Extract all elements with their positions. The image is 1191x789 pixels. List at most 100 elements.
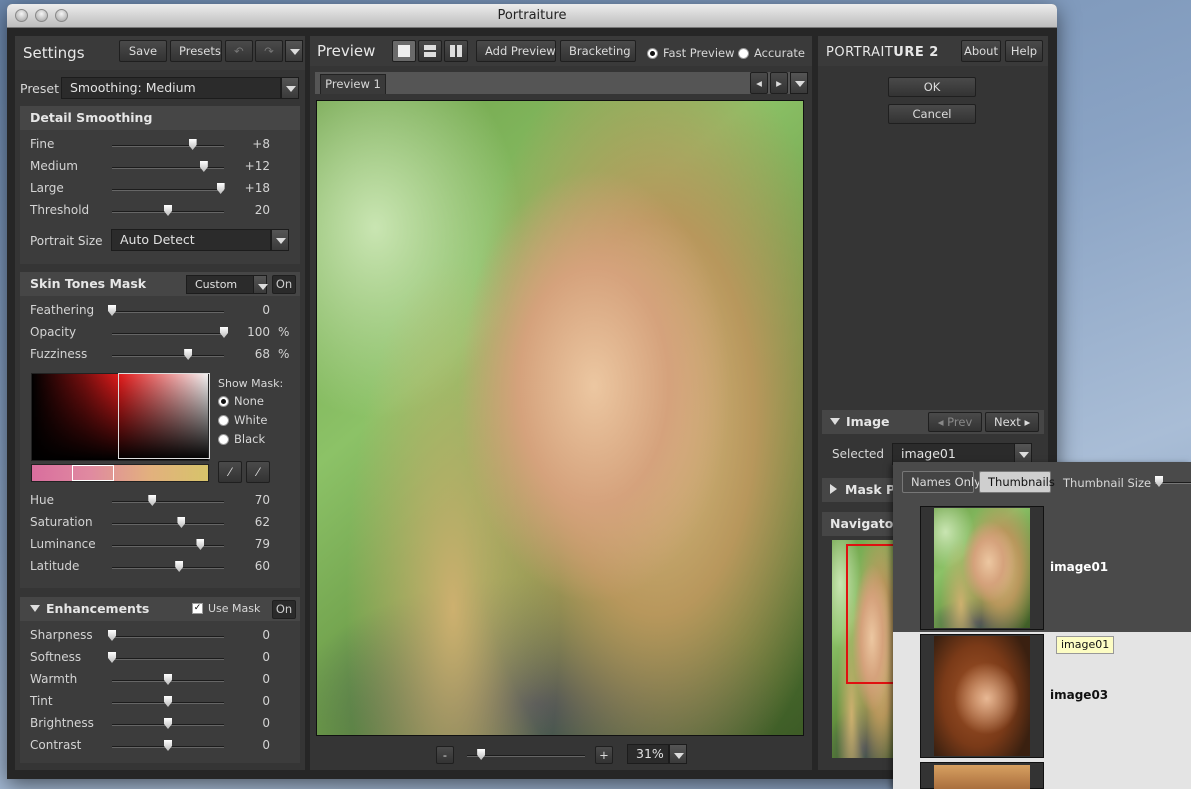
slider-knob[interactable] bbox=[177, 517, 186, 528]
slider-label: Saturation bbox=[30, 515, 93, 529]
portrait-size-dropdown-arrow[interactable] bbox=[271, 229, 289, 251]
slider-label: Tint bbox=[30, 694, 53, 708]
eyedropper-icon: ⁄ bbox=[229, 465, 231, 479]
ok-button[interactable]: OK bbox=[888, 77, 976, 97]
slider-knob[interactable] bbox=[175, 561, 184, 572]
undo-button[interactable]: ↶ bbox=[225, 40, 253, 62]
slider-knob[interactable] bbox=[108, 630, 116, 641]
thumbnails-button[interactable]: Thumbnails bbox=[979, 471, 1055, 493]
close-window-button[interactable] bbox=[15, 9, 28, 22]
tab-preview-1[interactable]: Preview 1 bbox=[320, 74, 386, 94]
settings-menu-button[interactable] bbox=[285, 40, 303, 62]
accurate-label: Accurate bbox=[754, 46, 805, 60]
slider-unit: % bbox=[278, 325, 290, 339]
slider-track[interactable] bbox=[112, 145, 224, 147]
settings-title: Settings bbox=[23, 44, 85, 62]
add-preview-button[interactable]: Add Preview bbox=[476, 40, 556, 62]
slider-knob[interactable] bbox=[164, 205, 172, 216]
skin-mode-dropdown-arrow[interactable] bbox=[253, 275, 268, 294]
preset-dropdown-arrow[interactable] bbox=[281, 77, 299, 99]
slider-knob[interactable] bbox=[184, 349, 193, 360]
slider-track[interactable] bbox=[112, 189, 224, 191]
zoom-level-select[interactable]: 31% bbox=[627, 744, 669, 764]
thumbnail-item-image01[interactable]: image01 bbox=[893, 504, 1191, 632]
skin-color-selection[interactable] bbox=[118, 373, 210, 459]
skin-mask-on-toggle[interactable]: On bbox=[272, 275, 296, 294]
mask-option-black-radio[interactable] bbox=[218, 434, 229, 445]
mask-option-white-radio[interactable] bbox=[218, 415, 229, 426]
slider-knob[interactable] bbox=[199, 161, 208, 172]
slider-track[interactable] bbox=[112, 636, 224, 638]
mask-option-none-radio[interactable] bbox=[218, 396, 229, 407]
image-section-header[interactable]: Image bbox=[830, 414, 890, 429]
preview-image[interactable] bbox=[316, 100, 804, 736]
slider-knob[interactable] bbox=[196, 539, 205, 550]
slider-track[interactable] bbox=[112, 333, 224, 335]
zoom-level-dropdown-arrow[interactable] bbox=[669, 744, 687, 764]
slider-track[interactable] bbox=[112, 545, 224, 547]
zoom-slider-knob[interactable] bbox=[477, 749, 486, 760]
slider-value: 20 bbox=[254, 203, 270, 217]
slider-label: Softness bbox=[30, 650, 82, 664]
slider-track[interactable] bbox=[112, 523, 224, 525]
slider-track[interactable] bbox=[112, 567, 224, 569]
single-view-button[interactable] bbox=[392, 40, 416, 62]
skin-tones-mask-section: Skin Tones Mask Custom On Feathering 0 Opa… bbox=[20, 272, 300, 588]
bracketing-button[interactable]: Bracketing bbox=[560, 40, 636, 62]
slider-knob[interactable] bbox=[164, 718, 172, 729]
mask-preview-section-header[interactable]: Mask Pr bbox=[830, 482, 901, 497]
minimize-window-button[interactable] bbox=[35, 9, 48, 22]
use-mask-label: Use Mask bbox=[208, 602, 261, 615]
redo-button[interactable]: ↷ bbox=[255, 40, 283, 62]
preset-select[interactable]: Smoothing: Medium bbox=[61, 77, 281, 99]
slider-knob[interactable] bbox=[164, 740, 172, 751]
slider-knob[interactable] bbox=[216, 183, 225, 194]
skin-hue-range[interactable] bbox=[72, 465, 114, 481]
fast-preview-radio[interactable] bbox=[647, 48, 658, 59]
tab-scroll-left-button[interactable]: ◂ bbox=[750, 72, 768, 94]
slider-track[interactable] bbox=[112, 311, 224, 313]
accurate-radio[interactable] bbox=[738, 48, 749, 59]
help-button[interactable]: Help bbox=[1005, 40, 1043, 62]
slider-knob[interactable] bbox=[164, 674, 172, 685]
tooltip: image01 bbox=[1056, 636, 1115, 654]
next-image-button[interactable]: Next ▸ bbox=[985, 412, 1039, 432]
split-horizontal-button[interactable] bbox=[418, 40, 442, 62]
slider-knob[interactable] bbox=[188, 139, 197, 150]
eyedropper-add-button[interactable]: ⁄ bbox=[218, 461, 242, 483]
split-vertical-button[interactable] bbox=[444, 40, 468, 62]
prev-image-button[interactable]: ◂ Prev bbox=[928, 412, 982, 432]
slider-track[interactable] bbox=[112, 355, 224, 357]
names-only-button[interactable]: Names Only bbox=[902, 471, 981, 493]
slider-knob[interactable] bbox=[148, 495, 157, 506]
use-mask-checkbox[interactable]: ✓ bbox=[192, 603, 203, 614]
thumbnail-size-slider[interactable] bbox=[1155, 476, 1191, 487]
save-button[interactable]: Save bbox=[119, 40, 167, 62]
presets-button[interactable]: Presets bbox=[170, 40, 222, 62]
slider-knob[interactable] bbox=[108, 652, 116, 663]
tab-scroll-right-button[interactable]: ▸ bbox=[770, 72, 788, 94]
zoom-in-button[interactable]: + bbox=[595, 746, 613, 764]
slider-knob[interactable] bbox=[164, 696, 172, 707]
slider-knob[interactable] bbox=[108, 305, 116, 316]
cancel-button[interactable]: Cancel bbox=[888, 104, 976, 124]
thumbnail-item-partial[interactable] bbox=[920, 762, 1044, 789]
title-bar: Portraiture bbox=[7, 4, 1057, 28]
skin-hue-bar[interactable] bbox=[31, 464, 209, 482]
zoom-out-button[interactable]: - bbox=[436, 746, 454, 764]
about-button[interactable]: About bbox=[961, 40, 1001, 62]
slider-track[interactable] bbox=[112, 658, 224, 660]
eyedropper-remove-button[interactable]: ⁄ bbox=[246, 461, 270, 483]
tab-menu-button[interactable] bbox=[790, 72, 808, 94]
zoom-window-button[interactable] bbox=[55, 9, 68, 22]
thumbnail-image bbox=[934, 508, 1030, 628]
portrait-size-select[interactable]: Auto Detect bbox=[111, 229, 271, 251]
thumbnail-item-image03[interactable]: image03 bbox=[893, 632, 1191, 760]
zoom-slider[interactable] bbox=[467, 749, 585, 760]
slider-value: 62 bbox=[254, 515, 270, 529]
enhancements-on-toggle[interactable]: On bbox=[272, 600, 296, 619]
slider-label: Luminance bbox=[30, 537, 96, 551]
expand-triangle-icon bbox=[830, 418, 840, 425]
slider-track[interactable] bbox=[112, 501, 224, 503]
skin-mode-select[interactable]: Custom bbox=[186, 275, 254, 294]
